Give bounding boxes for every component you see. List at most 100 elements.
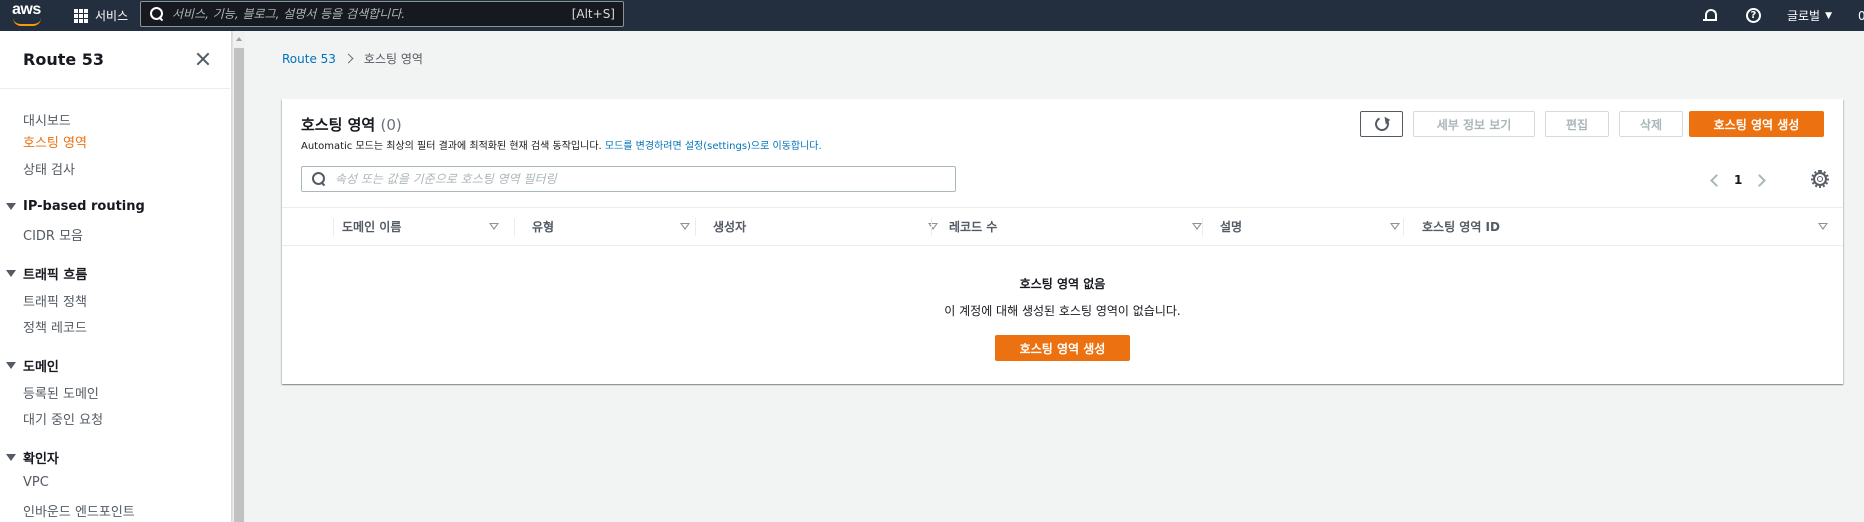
sort-icon <box>1192 223 1202 230</box>
sidebar-item-health-checks[interactable]: 상태 검사 <box>23 159 75 178</box>
create-hosted-zone-button[interactable]: 호스팅 영역 생성 <box>1689 111 1824 137</box>
sidebar-item-traffic-policies[interactable]: 트래픽 정책 <box>23 291 87 310</box>
grid-icon <box>74 8 88 23</box>
search-icon <box>312 172 326 186</box>
sort-icon <box>1390 223 1400 230</box>
region-selector[interactable]: 글로벌 ▼ <box>1787 7 1832 24</box>
chevron-left-icon[interactable] <box>1710 173 1723 187</box>
empty-state-title: 호스팅 영역 없음 <box>1019 277 1106 291</box>
column-label: 레코드 수 <box>949 220 998 234</box>
page-title: 호스팅 영역 (0) <box>301 114 402 135</box>
sidebar-section-label: IP-based routing <box>23 199 145 214</box>
sidebar-title: Route 53 <box>23 50 105 69</box>
edit-button[interactable]: 편집 <box>1545 111 1609 137</box>
services-menu-button[interactable]: 서비스 <box>74 0 128 31</box>
search-shortcut-hint: [Alt+S] <box>571 7 615 21</box>
column-header-created-by[interactable]: 생성자 <box>713 208 943 245</box>
sidebar-section-traffic-flow[interactable]: 트래픽 흐름 <box>6 264 87 283</box>
delete-button[interactable]: 삭제 <box>1619 111 1683 137</box>
current-page[interactable]: 1 <box>1734 173 1742 187</box>
column-header-description[interactable]: 설명 <box>1220 208 1410 245</box>
column-label: 도메인 이름 <box>342 220 402 234</box>
sidebar-item-registered-domains[interactable]: 등록된 도메인 <box>23 383 99 402</box>
pagination: 1 <box>1710 170 1767 190</box>
settings-link[interactable]: 모드를 변경하려면 설정(settings)으로 이동합니다. <box>605 141 822 152</box>
region-label: 글로벌 <box>1786 9 1821 23</box>
top-navigation: aws 서비스 [Alt+S] ? 글로벌 ▼ 0 <box>0 0 1864 31</box>
sidebar-item-cidr[interactable]: CIDR 모음 <box>23 225 83 244</box>
table-header: 도메인 이름 유형 생성자 레코드 수 설명 호스팅 영역 ID <box>282 207 1843 246</box>
column-header-record-count[interactable]: 레코드 수 <box>949 208 1209 245</box>
search-mode-text: Automatic 모드는 최상의 필터 결과에 최적화된 현재 검색 동작입니… <box>301 141 602 152</box>
column-divider <box>514 218 515 236</box>
filter-input[interactable] <box>335 172 955 186</box>
account-menu[interactable]: 0 <box>1858 9 1864 23</box>
sidebar-section-label: 확인자 <box>23 452 59 467</box>
chevron-right-icon[interactable] <box>1753 173 1767 187</box>
column-label: 유형 <box>532 220 555 234</box>
empty-state-description: 이 계정에 대해 생성된 호스팅 영역이 없습니다. <box>944 304 1181 318</box>
scrollbar-thumb[interactable] <box>234 48 244 522</box>
close-icon[interactable] <box>195 51 211 67</box>
column-divider <box>1403 218 1404 236</box>
view-details-button[interactable]: 세부 정보 보기 <box>1413 111 1535 137</box>
column-divider <box>695 218 696 236</box>
panel-title-text: 호스팅 영역 <box>301 116 376 134</box>
gear-icon[interactable] <box>1811 170 1829 188</box>
item-count: (0) <box>380 116 402 134</box>
column-divider <box>931 218 932 236</box>
scroll-up-icon[interactable] <box>236 37 242 41</box>
breadcrumb-current: 호스팅 영역 <box>363 52 423 66</box>
hosted-zones-panel: 호스팅 영역 (0) Automatic 모드는 최상의 필터 결과에 최적화된… <box>282 99 1843 384</box>
filter-box[interactable] <box>301 166 956 192</box>
column-divider <box>1202 218 1203 236</box>
aws-logo[interactable]: aws <box>8 0 54 31</box>
column-label: 설명 <box>1220 220 1243 234</box>
column-label: 호스팅 영역 ID <box>1422 220 1500 234</box>
aws-smile-icon <box>13 18 41 26</box>
sidebar-item-policy-records[interactable]: 정책 레코드 <box>23 317 87 336</box>
sidebar-divider <box>0 88 230 89</box>
caret-down-icon <box>6 454 16 461</box>
sidebar-item-dashboard[interactable]: 대시보드 <box>23 110 71 129</box>
aws-logo-text: aws <box>12 1 41 18</box>
caret-down-icon <box>6 270 16 277</box>
column-label: 생성자 <box>713 220 747 234</box>
side-navigation: Route 53 대시보드 호스팅 영역 상태 검사 IP-based rout… <box>0 31 232 522</box>
empty-create-hosted-zone-button[interactable]: 호스팅 영역 생성 <box>995 335 1130 361</box>
caret-down-icon <box>6 362 16 369</box>
nav-right-group: ? 글로벌 ▼ 0 <box>1702 0 1864 31</box>
sidebar-item-inbound-endpoints[interactable]: 인바운드 엔드포인트 <box>23 501 135 520</box>
sidebar-item-pending-requests[interactable]: 대기 중인 요청 <box>23 409 103 428</box>
sidebar-item-vpc[interactable]: VPC <box>23 475 49 490</box>
caret-down-icon: ▼ <box>1825 10 1832 21</box>
global-search[interactable]: [Alt+S] <box>140 1 624 27</box>
notification-bell-icon[interactable] <box>1702 8 1718 24</box>
sort-icon <box>1818 223 1828 230</box>
sidebar-section-ip-routing[interactable]: IP-based routing <box>6 199 145 214</box>
column-divider <box>333 218 334 236</box>
breadcrumb: Route 53 호스팅 영역 <box>282 50 423 67</box>
breadcrumb-route53-link[interactable]: Route 53 <box>282 52 336 66</box>
sidebar-scrollbar[interactable] <box>232 31 245 522</box>
column-header-type[interactable]: 유형 <box>532 208 692 245</box>
sort-icon <box>680 223 690 230</box>
search-icon <box>150 7 164 21</box>
sidebar-section-domains[interactable]: 도메인 <box>6 356 59 375</box>
caret-down-icon <box>6 203 16 210</box>
column-header-domain-name[interactable]: 도메인 이름 <box>342 208 512 245</box>
sort-icon <box>489 223 499 230</box>
column-header-hosted-zone-id[interactable]: 호스팅 영역 ID <box>1422 208 1842 245</box>
sidebar-section-resolver[interactable]: 확인자 <box>6 448 59 467</box>
sidebar-section-label: 도메인 <box>23 360 59 375</box>
sort-icon <box>928 223 938 230</box>
refresh-button[interactable] <box>1360 111 1403 137</box>
help-icon[interactable]: ? <box>1745 8 1761 23</box>
refresh-icon <box>1372 115 1391 133</box>
services-label: 서비스 <box>95 9 129 23</box>
sidebar-section-label: 트래픽 흐름 <box>23 268 88 283</box>
search-mode-description: Automatic 모드는 최상의 필터 결과에 최적화된 현재 검색 동작입니… <box>301 137 822 152</box>
global-search-input[interactable] <box>172 7 572 21</box>
chevron-right-icon <box>343 53 354 64</box>
sidebar-item-hosted-zones[interactable]: 호스팅 영역 <box>23 132 87 151</box>
